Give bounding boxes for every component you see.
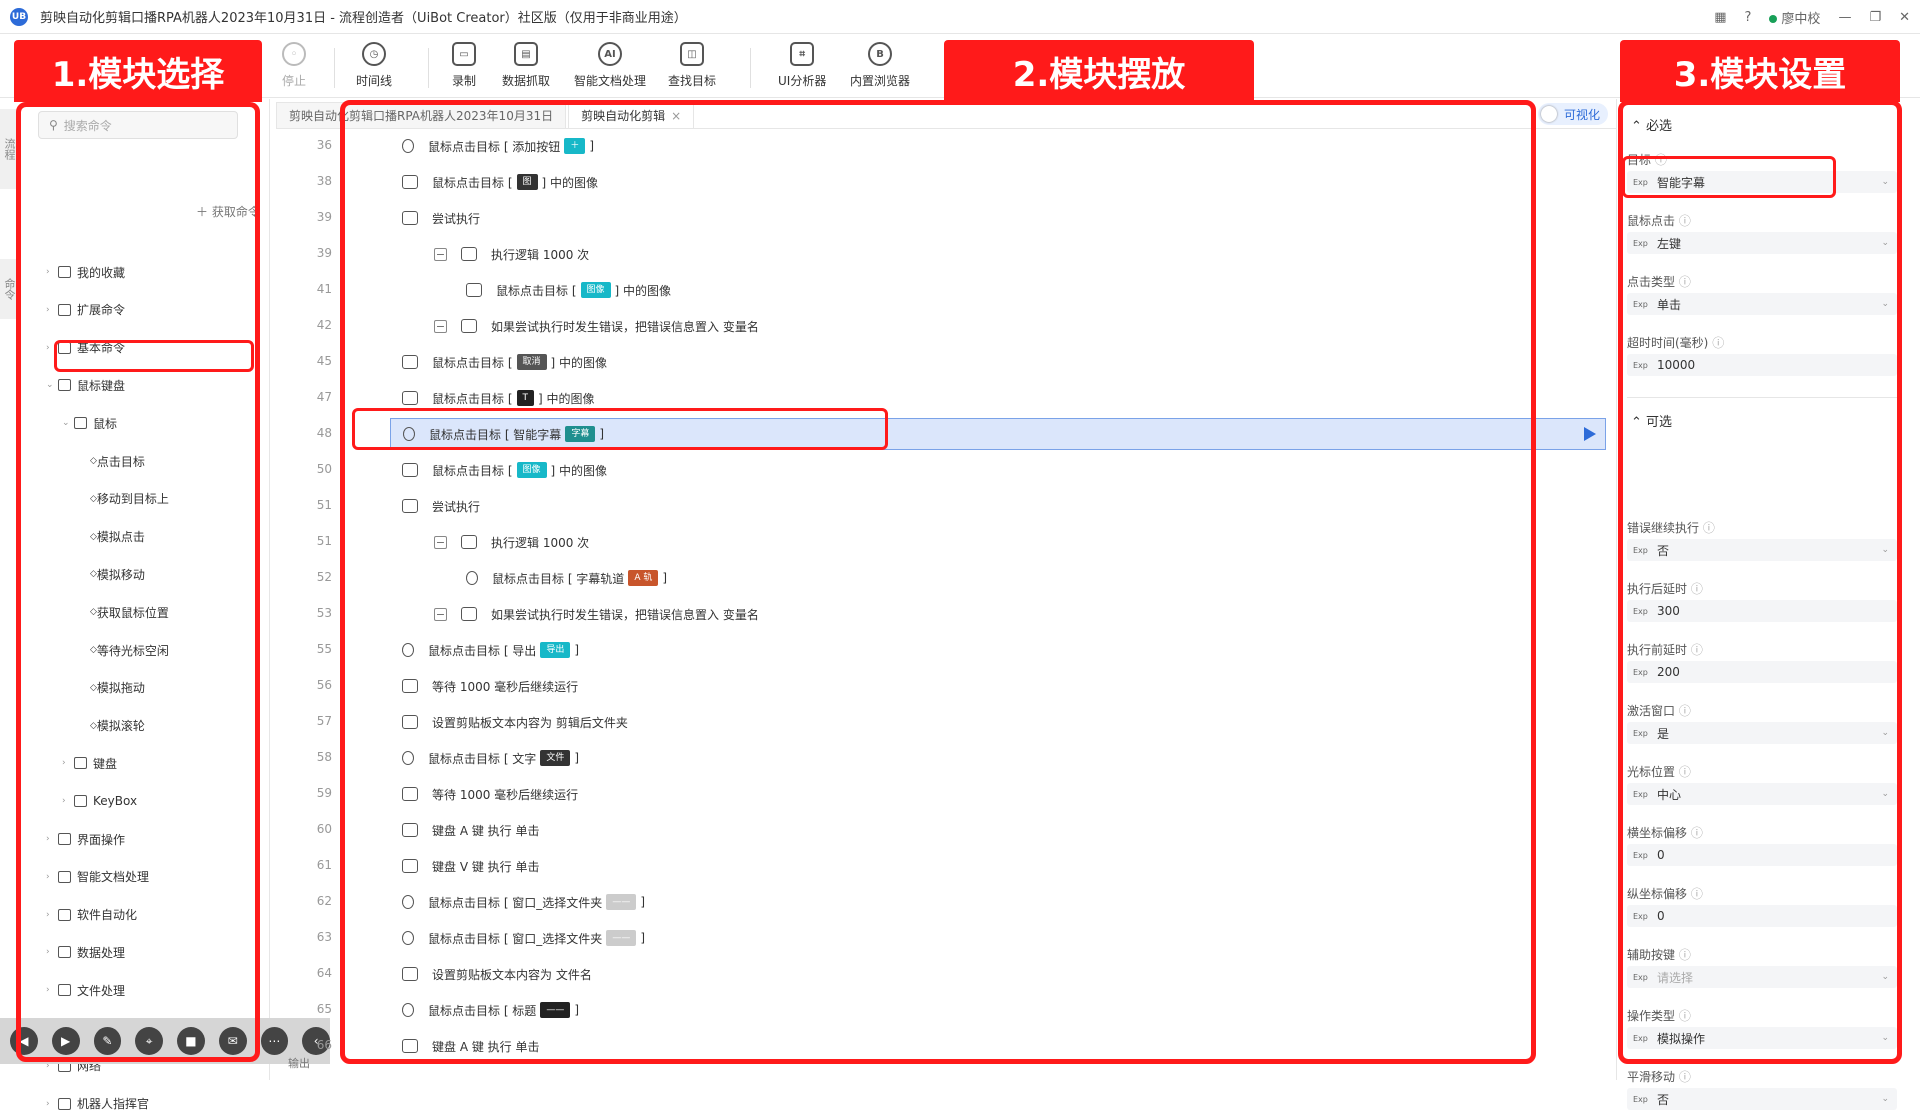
toolbar-divider <box>750 48 751 88</box>
category-icon <box>58 1097 71 1110</box>
online-status-icon <box>1769 14 1778 23</box>
line-number: 42 <box>316 318 332 332</box>
help-icon[interactable]: ⓘ <box>1675 1070 1691 1084</box>
toolbar-divider <box>428 48 429 88</box>
minimize-icon[interactable]: — <box>1838 10 1851 25</box>
tree-item-label: 机器人指挥官 <box>77 1097 150 1112</box>
line-number: 38 <box>316 174 332 188</box>
record-button[interactable]: ▭ 录制 <box>452 42 476 89</box>
line-number: 47 <box>316 390 332 404</box>
help-icon[interactable]: ? <box>1745 10 1752 25</box>
toolbar-divider <box>334 48 335 88</box>
annotation-box-right <box>1618 100 1902 1064</box>
browser-icon: B <box>868 42 892 66</box>
timeline-button[interactable]: ◷ 时间线 <box>356 42 392 89</box>
property-label: 平滑移动 ⓘ <box>1627 1068 1691 1085</box>
smart-doc-button[interactable]: AI 智能文档处理 <box>574 42 646 89</box>
property-label-text: 平滑移动 <box>1627 1070 1676 1084</box>
line-number: 41 <box>316 282 332 296</box>
expand-arrow-icon[interactable]: › <box>46 1099 58 1109</box>
expression-toggle[interactable]: Exp <box>1633 1095 1651 1104</box>
line-number: 51 <box>316 534 332 548</box>
title-bar: UB 剪映自动化剪辑口播RPA机器人2023年10月31日 - 流程创造者（Ui… <box>0 0 1920 34</box>
ui-analyzer-icon: ⌗ <box>790 42 815 66</box>
app-logo-icon: UB <box>10 7 28 26</box>
line-number: 59 <box>316 786 332 800</box>
annotation-target-field <box>1622 156 1836 198</box>
line-number: 55 <box>316 642 332 656</box>
stop-icon: ◦ <box>282 42 306 66</box>
line-number: 60 <box>316 822 332 836</box>
data-scrape-button[interactable]: ▤ 数据抓取 <box>502 42 550 89</box>
banner-module-settings: 3.模块设置 <box>1620 40 1900 102</box>
stop-button[interactable]: ◦ 停止 <box>282 42 306 89</box>
user-menu[interactable]: 廖中校 <box>1769 8 1820 27</box>
line-number: 53 <box>316 606 332 620</box>
line-number: 64 <box>316 966 332 980</box>
line-number: 56 <box>316 678 332 692</box>
property-value: 否 <box>1657 1092 1670 1107</box>
maximize-icon[interactable]: ❐ <box>1869 10 1881 25</box>
annotation-selected-row <box>352 408 888 450</box>
line-number: 50 <box>316 462 332 476</box>
chevron-down-icon[interactable]: ⌄ <box>1881 1094 1889 1104</box>
data-scrape-icon: ▤ <box>514 42 538 66</box>
line-number: 36 <box>316 138 332 152</box>
find-target-button[interactable]: ◫ 查找目标 <box>668 42 716 89</box>
banner-module-place: 2.模块摆放 <box>944 40 1254 102</box>
property-input[interactable]: Exp 否 ⌄ <box>1627 1088 1897 1110</box>
line-number: 51 <box>316 498 332 512</box>
window-title: 剪映自动化剪辑口播RPA机器人2023年10月31日 - 流程创造者（UiBot… <box>40 11 687 26</box>
line-number: 65 <box>316 1002 332 1016</box>
tree-item[interactable]: › 机器人指挥官 <box>46 1094 149 1114</box>
window-controls: ▦ ? 廖中校 — ❐ ✕ <box>1714 0 1910 34</box>
line-number: 39 <box>316 210 332 224</box>
line-number: 61 <box>316 858 332 872</box>
clock-icon: ◷ <box>362 42 386 66</box>
line-number: 52 <box>316 570 332 584</box>
find-target-icon: ◫ <box>680 42 704 66</box>
line-number: 58 <box>316 750 332 764</box>
line-number: 62 <box>316 894 332 908</box>
banner-module-select: 1.模块选择 <box>14 40 262 102</box>
run-step-icon[interactable] <box>1584 427 1596 441</box>
line-number: 39 <box>316 246 332 260</box>
visualize-toggle[interactable]: 可视化 <box>1538 103 1609 125</box>
line-number: 57 <box>316 714 332 728</box>
line-number: 45 <box>316 354 332 368</box>
layout-icon[interactable]: ▦ <box>1714 10 1726 25</box>
line-number: 48 <box>316 426 332 440</box>
annotation-box-left <box>16 102 260 1062</box>
line-number: 63 <box>316 930 332 944</box>
close-icon[interactable]: ✕ <box>1899 10 1910 25</box>
ai-icon: AI <box>598 42 622 66</box>
ui-analyzer-button[interactable]: ⌗ UI分析器 <box>778 42 826 89</box>
output-panel-label[interactable]: 输出 <box>288 1055 310 1071</box>
browser-button[interactable]: B 内置浏览器 <box>850 42 910 89</box>
record-icon: ▭ <box>452 42 476 66</box>
annotation-box-center <box>340 100 1536 1064</box>
annotation-click-target <box>54 340 254 372</box>
line-number: 66 <box>316 1038 332 1052</box>
